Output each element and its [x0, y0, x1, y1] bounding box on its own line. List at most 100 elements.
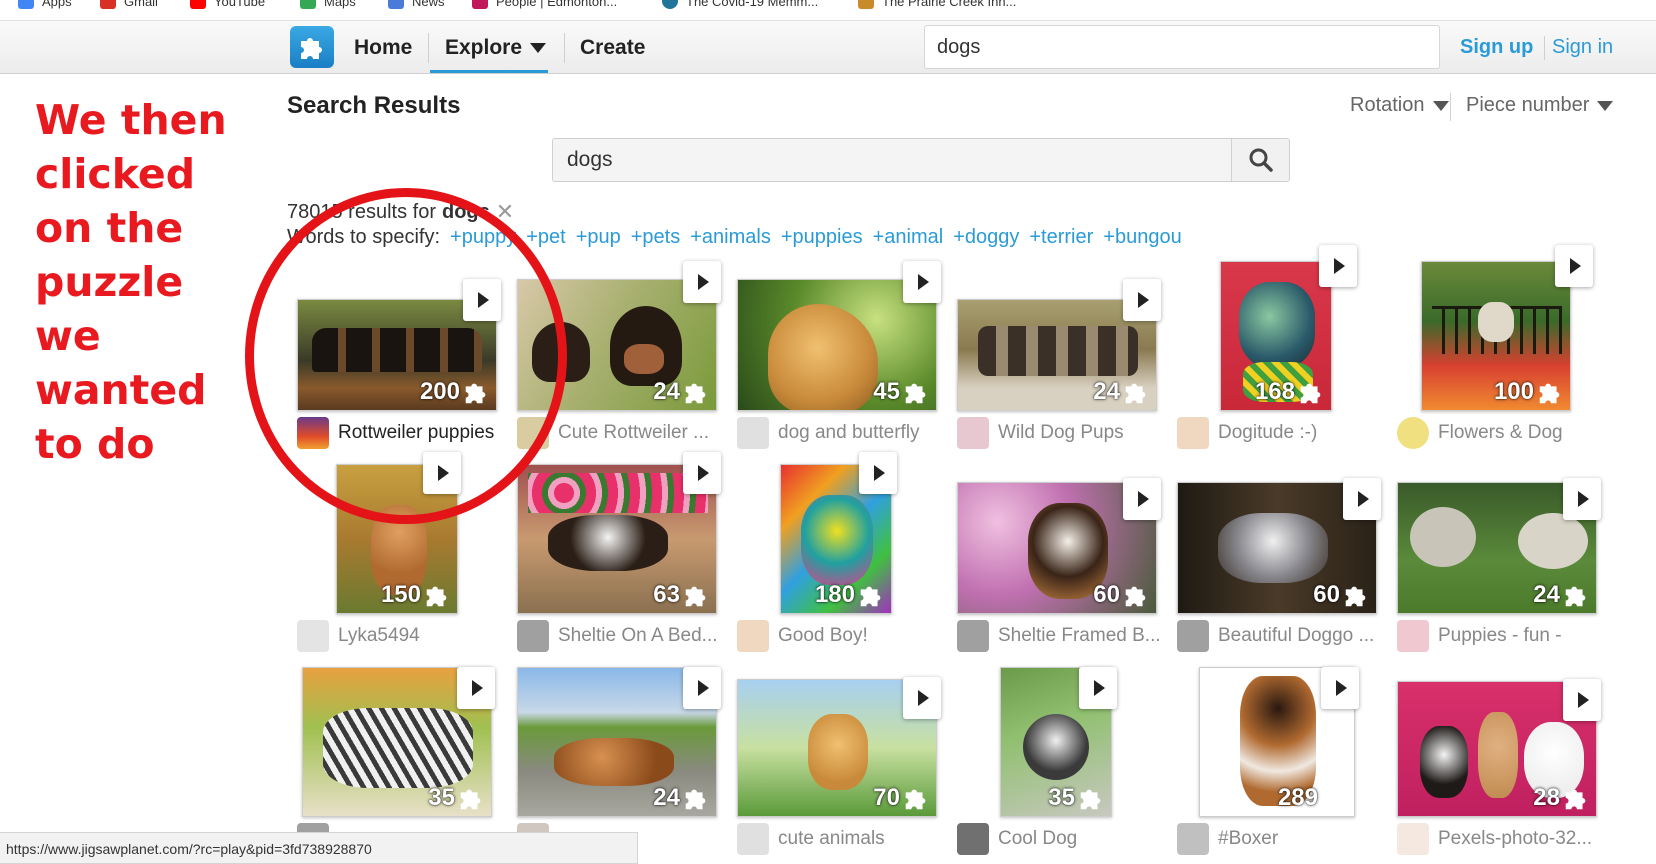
bookmark-maps[interactable]: Maps — [300, 0, 356, 11]
play-button[interactable] — [903, 677, 941, 719]
keyword-link[interactable]: +animal — [873, 226, 944, 249]
puzzle-tile[interactable]: 100 Flowers & Dog — [1397, 245, 1607, 450]
piece-count-badge: 35 — [428, 784, 485, 812]
puzzle-tile[interactable]: 60 Beautiful Doggo ... — [1177, 458, 1387, 653]
puzzle-tile[interactable]: 45 dog and butterfly — [737, 255, 947, 450]
main-search-input[interactable] — [553, 139, 1289, 181]
keyword-link[interactable]: +pet — [526, 226, 565, 249]
puzzle-caption[interactable]: Sheltie Framed B... — [957, 620, 1167, 652]
play-button[interactable] — [423, 452, 461, 494]
header-search-input[interactable] — [924, 25, 1440, 69]
puzzle-tile[interactable]: 24 Wild Dog Pups — [957, 255, 1167, 450]
bookmark-apps[interactable]: Apps — [18, 0, 72, 11]
puzzle-tile[interactable]: 180 Good Boy! — [737, 452, 947, 653]
sort-piece-number[interactable]: Piece number — [1466, 94, 1614, 117]
keyword-link[interactable]: +bungou — [1103, 226, 1181, 249]
puzzle-tile[interactable]: 63 Sheltie On A Bed... — [517, 452, 727, 653]
people-icon — [472, 0, 488, 9]
piece-count-badge: 60 — [1093, 581, 1150, 609]
puzzle-caption[interactable]: Rottweiler puppies — [297, 417, 507, 449]
puzzle-caption[interactable]: #Boxer — [1177, 823, 1387, 855]
play-button[interactable] — [457, 667, 495, 709]
puzzle-caption[interactable]: Lyka5494 — [297, 620, 507, 652]
play-button[interactable] — [1563, 478, 1601, 520]
keyword-link[interactable]: +pets — [631, 226, 680, 249]
avatar — [517, 417, 549, 449]
play-button[interactable] — [1555, 245, 1593, 287]
puzzle-tile[interactable]: 24 — [517, 661, 727, 856]
puzzle-tile[interactable]: 289 #Boxer — [1177, 661, 1387, 856]
puzzle-caption[interactable]: Pexels-photo-32... — [1397, 823, 1607, 855]
status-bar-url: https://www.jigsawplanet.com/?rc=play&pi… — [0, 832, 638, 864]
puzzle-tile[interactable]: 24 Puppies - fun - — [1397, 458, 1607, 653]
bookmark-people[interactable]: People | Edmonton... — [472, 0, 617, 11]
puzzle-tile[interactable]: 28 Pexels-photo-32... — [1397, 661, 1607, 856]
bookmark-news[interactable]: News — [388, 0, 445, 11]
nav-home[interactable]: Home — [354, 36, 412, 60]
keyword-link[interactable]: +animals — [690, 226, 771, 249]
keyword-link[interactable]: +puppies — [781, 226, 863, 249]
puzzle-piece-icon — [860, 586, 881, 607]
play-button[interactable] — [683, 452, 721, 494]
nav-explore[interactable]: Explore — [445, 36, 547, 60]
wordpress-icon — [662, 0, 678, 9]
play-button[interactable] — [1321, 667, 1359, 709]
bookmark-youtube[interactable]: YouTube — [190, 0, 265, 11]
jigsaw-logo[interactable] — [290, 26, 334, 68]
puzzle-caption[interactable]: Dogitude :-) — [1177, 417, 1387, 449]
play-button[interactable] — [1123, 478, 1161, 520]
apps-icon — [18, 0, 34, 9]
chevron-down-icon — [1597, 100, 1614, 111]
news-icon — [388, 0, 404, 9]
search-button[interactable] — [1231, 139, 1289, 181]
sign-in-link[interactable]: Sign in — [1552, 36, 1613, 59]
puzzle-caption[interactable]: dog and butterfly — [737, 417, 947, 449]
puzzle-caption[interactable]: Beautiful Doggo ... — [1177, 620, 1387, 652]
puzzle-caption[interactable]: Cute Rottweiler ... — [517, 417, 727, 449]
sign-up-link[interactable]: Sign up — [1460, 36, 1533, 59]
puzzle-tile[interactable]: 60 Sheltie Framed B... — [957, 458, 1167, 653]
puzzle-caption[interactable]: Good Boy! — [737, 620, 947, 652]
play-button[interactable] — [1123, 279, 1161, 321]
search-icon — [1249, 148, 1273, 172]
bookmark-prairie-creek[interactable]: The Prairie Creek Inn... — [858, 0, 1016, 11]
puzzle-caption[interactable]: Sheltie On A Bed... — [517, 620, 727, 652]
play-button[interactable] — [1343, 478, 1381, 520]
avatar — [1397, 620, 1429, 652]
sort-rotation[interactable]: Rotation — [1350, 94, 1449, 117]
puzzle-tile[interactable]: 35 Cool Dog — [957, 661, 1167, 856]
page: { "bookmarks": [ {"label": "Apps", "colo… — [0, 0, 1656, 864]
clear-query-icon[interactable]: ✕ — [496, 199, 514, 225]
puzzle-tile[interactable]: 70 cute animals — [737, 661, 947, 856]
puzzle-caption[interactable]: Puppies - fun - — [1397, 620, 1607, 652]
puzzle-tile[interactable]: 200 Rottweiler puppies — [297, 255, 507, 450]
play-button[interactable] — [859, 452, 897, 494]
play-button[interactable] — [903, 261, 941, 303]
puzzle-caption[interactable]: Cool Dog — [957, 823, 1167, 855]
play-button[interactable] — [1319, 245, 1357, 287]
keyword-link[interactable]: +puppy — [450, 226, 516, 249]
puzzle-thumbnail[interactable]: 100 — [1421, 261, 1571, 411]
puzzle-caption[interactable]: Flowers & Dog — [1397, 417, 1607, 449]
search-results-title: Search Results — [287, 92, 461, 119]
play-button[interactable] — [683, 667, 721, 709]
play-button[interactable] — [1079, 667, 1117, 709]
puzzle-caption[interactable]: Wild Dog Pups — [957, 417, 1167, 449]
words-to-specify: Words to specify: +puppy +pet +pup +pets… — [287, 226, 1182, 249]
keyword-link[interactable]: +doggy — [953, 226, 1019, 249]
puzzle-thumbnail[interactable]: 168 — [1220, 261, 1332, 411]
puzzle-tile[interactable]: 150 Lyka5494 — [297, 452, 507, 653]
keyword-link[interactable]: +pup — [576, 226, 621, 249]
puzzle-piece-icon — [685, 789, 706, 810]
nav-create[interactable]: Create — [580, 36, 645, 60]
keyword-link[interactable]: +terrier — [1029, 226, 1093, 249]
play-button[interactable] — [1563, 679, 1601, 721]
puzzle-tile[interactable]: 35 — [297, 661, 507, 856]
bookmark-gmail[interactable]: Gmail — [100, 0, 158, 11]
puzzle-tile[interactable]: 168 Dogitude :-) — [1177, 245, 1387, 450]
play-button[interactable] — [683, 261, 721, 303]
puzzle-caption[interactable]: cute animals — [737, 823, 947, 855]
bookmark-covid[interactable]: The Covid-19 Memm... — [662, 0, 818, 11]
puzzle-tile[interactable]: 24 Cute Rottweiler ... — [517, 255, 727, 450]
play-button[interactable] — [463, 279, 501, 321]
